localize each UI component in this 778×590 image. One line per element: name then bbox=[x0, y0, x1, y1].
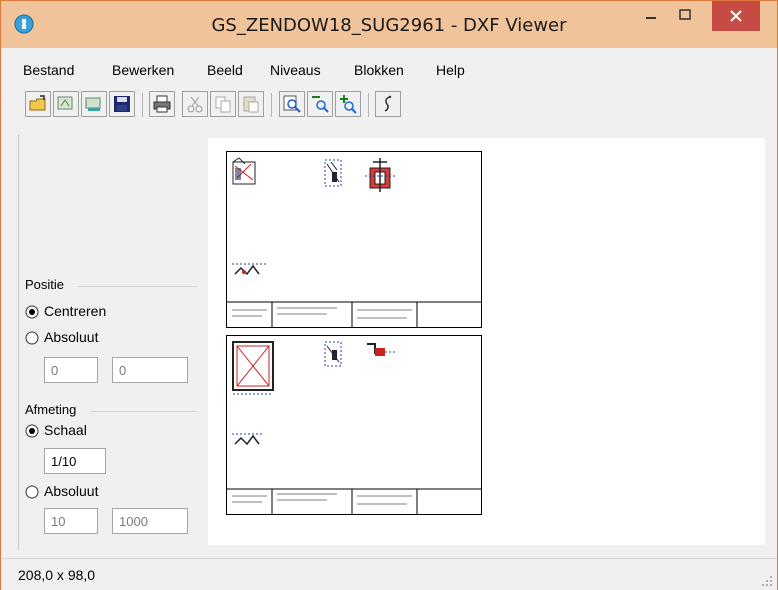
resize-grip-icon[interactable] bbox=[761, 575, 773, 587]
zoom-in-button[interactable] bbox=[335, 91, 361, 117]
cut-icon bbox=[187, 96, 203, 113]
centreren-label: Centreren bbox=[44, 303, 107, 319]
left-panel: Positie Centreren Absoluut 0 0 Afmeting … bbox=[18, 135, 202, 550]
print-button[interactable] bbox=[149, 91, 175, 117]
afmeting-absoluut-label: Absoluut bbox=[44, 483, 99, 499]
cad-import-button[interactable] bbox=[53, 91, 79, 117]
zoom-out-icon bbox=[312, 96, 329, 113]
dxf-viewer-window: GS_ZENDOW18_SUG2961 - DXF Viewer Bestand… bbox=[0, 0, 778, 590]
zoom-window-icon bbox=[283, 95, 301, 113]
positie-group-label: Positie bbox=[25, 277, 65, 292]
afmeting-width-field[interactable]: 10 bbox=[44, 508, 98, 534]
dxf-drawing bbox=[227, 341, 481, 514]
print-icon bbox=[153, 95, 171, 113]
maximize-button[interactable] bbox=[668, 1, 702, 31]
afmeting-group-label: Afmeting bbox=[25, 402, 77, 417]
close-icon bbox=[730, 10, 742, 22]
open-icon bbox=[29, 95, 46, 111]
positie-y-field[interactable]: 0 bbox=[112, 357, 188, 383]
menu-help[interactable]: Help bbox=[436, 62, 465, 78]
afmeting-absoluut-radio[interactable] bbox=[25, 485, 39, 499]
paste-button[interactable] bbox=[238, 91, 264, 117]
save-icon bbox=[114, 96, 130, 112]
positie-absoluut-radio[interactable] bbox=[25, 331, 39, 345]
status-bar: 208,0 x 98,0 bbox=[1, 558, 777, 590]
close-button[interactable] bbox=[712, 1, 760, 31]
minimize-button[interactable] bbox=[634, 1, 668, 31]
status-dimensions: 208,0 x 98,0 bbox=[18, 567, 96, 583]
schaal-field[interactable]: 1/10 bbox=[44, 448, 106, 474]
schaal-label: Schaal bbox=[44, 422, 87, 438]
group-divider bbox=[90, 411, 197, 412]
menu-bestand[interactable]: Bestand bbox=[23, 62, 74, 78]
menu-niveaus[interactable]: Niveaus bbox=[270, 62, 321, 78]
centreren-radio[interactable] bbox=[25, 305, 39, 319]
toolbar bbox=[9, 83, 769, 127]
open-button[interactable] bbox=[25, 91, 51, 117]
cut-button[interactable] bbox=[182, 91, 208, 117]
export-icon bbox=[85, 97, 101, 111]
menu-bar: Bestand Bewerken Beeld Niveaus Blokken H… bbox=[9, 50, 769, 80]
dxf-sheet bbox=[226, 151, 482, 328]
title-bar[interactable]: GS_ZENDOW18_SUG2961 - DXF Viewer bbox=[1, 1, 777, 48]
toolbar-separator bbox=[368, 93, 369, 117]
schaal-radio[interactable] bbox=[25, 424, 39, 438]
minimize-icon bbox=[646, 17, 656, 19]
positie-x-field[interactable]: 0 bbox=[44, 357, 98, 383]
zoom-window-button[interactable] bbox=[279, 91, 305, 117]
drawing-canvas[interactable] bbox=[208, 138, 765, 545]
cad-import-icon bbox=[57, 96, 73, 110]
copy-icon bbox=[215, 96, 231, 113]
copy-button[interactable] bbox=[210, 91, 236, 117]
toolbar-separator bbox=[142, 93, 143, 117]
menu-beeld[interactable]: Beeld bbox=[207, 62, 243, 78]
positie-absoluut-label: Absoluut bbox=[44, 329, 99, 345]
dxf-drawing bbox=[227, 157, 481, 327]
dxf-sheet bbox=[226, 335, 482, 515]
toolbar-separator bbox=[271, 93, 272, 117]
zoom-in-icon bbox=[340, 95, 357, 114]
paste-icon bbox=[243, 96, 259, 113]
info-icon bbox=[384, 95, 392, 112]
afmeting-height-field[interactable]: 1000 bbox=[112, 508, 188, 534]
group-divider bbox=[77, 286, 197, 287]
export-button[interactable] bbox=[81, 91, 107, 117]
menu-bewerken[interactable]: Bewerken bbox=[112, 62, 174, 78]
maximize-icon bbox=[679, 9, 691, 20]
zoom-out-button[interactable] bbox=[307, 91, 333, 117]
save-button[interactable] bbox=[109, 91, 135, 117]
info-button[interactable] bbox=[375, 91, 401, 117]
menu-blokken[interactable]: Blokken bbox=[354, 62, 404, 78]
